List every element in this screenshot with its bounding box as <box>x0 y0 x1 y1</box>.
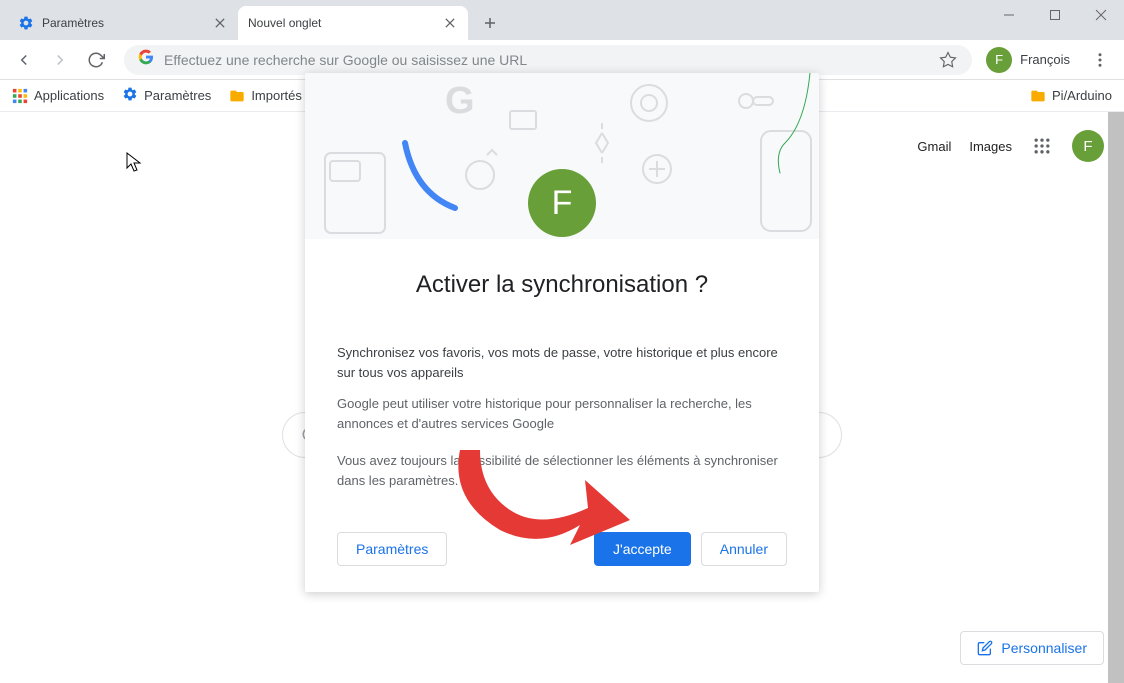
close-tab-icon[interactable] <box>212 15 228 31</box>
modal-text-3: Vous avez toujours la possibilité de sél… <box>337 451 787 490</box>
close-window-button[interactable] <box>1078 0 1124 30</box>
reload-button[interactable] <box>80 44 112 76</box>
back-button[interactable] <box>8 44 40 76</box>
omnibox[interactable]: Effectuez une recherche sur Google ou sa… <box>124 45 972 75</box>
tab-parametres[interactable]: Paramètres <box>8 6 238 40</box>
bookmark-star-icon[interactable] <box>938 50 958 70</box>
new-tab-button[interactable] <box>476 9 504 37</box>
tab-title: Paramètres <box>42 16 104 30</box>
modal-title: Activer la synchronisation ? <box>337 271 787 299</box>
omnibox-placeholder: Effectuez une recherche sur Google ou sa… <box>164 52 928 68</box>
svg-text:G: G <box>445 80 475 122</box>
close-tab-icon[interactable] <box>442 15 458 31</box>
modal-avatar: F <box>528 169 596 237</box>
profile-button[interactable]: F François <box>984 45 1080 75</box>
sync-modal: G F Activer la synchronisation ? Synchro… <box>305 73 819 592</box>
tab-strip: Paramètres Nouvel onglet <box>0 0 1124 40</box>
gear-icon <box>18 15 34 31</box>
modal-text-1: Synchronisez vos favoris, vos mots de pa… <box>337 343 787 382</box>
maximize-button[interactable] <box>1032 0 1078 30</box>
tab-title: Nouvel onglet <box>248 16 321 30</box>
minimize-button[interactable] <box>986 0 1032 30</box>
avatar-icon: F <box>986 47 1012 73</box>
chrome-menu-button[interactable] <box>1084 44 1116 76</box>
cancel-button[interactable]: Annuler <box>701 532 787 566</box>
google-g-icon <box>138 49 154 70</box>
profile-name: François <box>1020 52 1070 67</box>
tab-nouvel-onglet[interactable]: Nouvel onglet <box>238 6 468 40</box>
modal-text-2: Google peut utiliser votre historique po… <box>337 394 787 433</box>
accept-button[interactable]: J'accepte <box>594 532 691 566</box>
settings-button[interactable]: Paramètres <box>337 532 447 566</box>
forward-button[interactable] <box>44 44 76 76</box>
sync-modal-overlay: G F Activer la synchronisation ? Synchro… <box>0 73 1124 683</box>
modal-hero: G F <box>305 73 819 239</box>
